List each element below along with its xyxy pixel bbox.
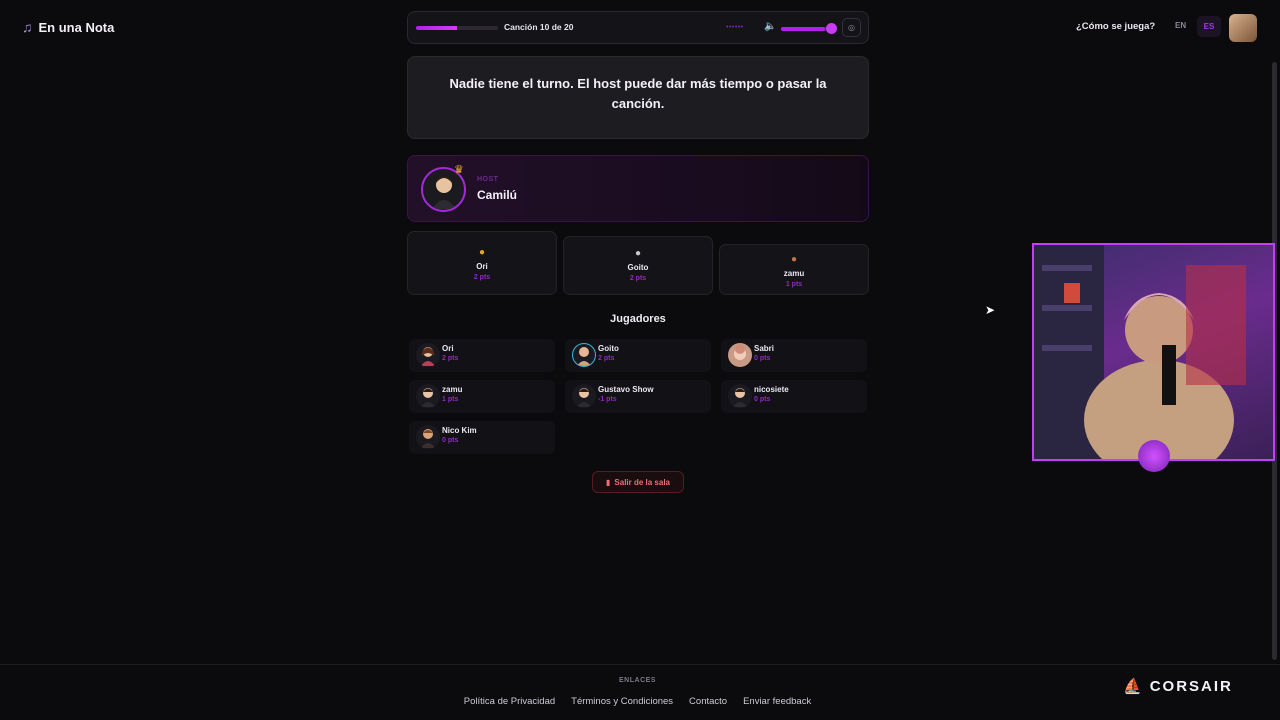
- player-points: -1 pts: [598, 396, 617, 403]
- trash-icon: ▮: [606, 477, 611, 487]
- player-avatar: [416, 343, 440, 367]
- footer-title: ENLACES: [619, 677, 656, 684]
- volume-slider-knob[interactable]: [826, 23, 837, 34]
- brand-name: En una Nota: [38, 19, 115, 35]
- sponsor-name: CORSAIR: [1149, 677, 1233, 695]
- player-bar: Canción 10 de 20 •••••• 🔈 ◎: [407, 11, 869, 44]
- player-points: 0 pts: [754, 355, 771, 362]
- leave-room-button[interactable]: ▮ Salir de la sala: [592, 471, 684, 493]
- host-card: ♛ HOST Camilú: [407, 155, 869, 222]
- song-counter: Canción 10 de 20: [504, 22, 574, 32]
- player-avatar: [728, 384, 752, 408]
- player-settings-button[interactable]: ◎: [842, 18, 861, 37]
- feedback-link[interactable]: Enviar feedback: [743, 696, 811, 707]
- player-points: 2 pts: [598, 355, 615, 362]
- podium-first: ● Ori 2 pts: [407, 231, 557, 295]
- player-avatar: [416, 425, 440, 449]
- gold-medal-icon: ●: [478, 247, 486, 258]
- player-points: 2 pts: [442, 355, 459, 362]
- lang-en-button[interactable]: EN: [1175, 21, 1186, 30]
- brand-logo[interactable]: ♫ En una Nota: [22, 19, 114, 35]
- player-avatar: [572, 343, 596, 367]
- footer-divider: [0, 664, 1280, 665]
- music-note-icon: ♫: [22, 19, 33, 35]
- player-name: Gustavo Show: [598, 385, 654, 394]
- silver-medal-icon: ●: [634, 248, 642, 259]
- streamer-badge-icon: [1138, 440, 1170, 472]
- player-name: Ori: [442, 344, 454, 353]
- player-name: Sabri: [754, 344, 775, 353]
- volume-icon[interactable]: 🔈: [764, 21, 776, 32]
- song-progress-bar: [416, 26, 498, 30]
- host-name: Camilú: [477, 188, 518, 202]
- how-to-play-link[interactable]: ¿Cómo se juega?: [1076, 21, 1155, 32]
- player-name: Goito: [598, 344, 619, 353]
- player-avatar: [728, 343, 752, 367]
- timer-dots: ••••••: [726, 24, 744, 31]
- player-card: zamu 1 pts: [409, 380, 555, 413]
- player-points: 0 pts: [754, 396, 771, 403]
- settings-icon: ◎: [848, 23, 855, 32]
- player-points: 1 pts: [442, 396, 459, 403]
- podium-points: 1 pts: [785, 281, 803, 288]
- terms-link[interactable]: Términos y Condiciones: [571, 696, 673, 707]
- player-avatar: [572, 384, 596, 408]
- privacy-link[interactable]: Política de Privacidad: [464, 696, 555, 707]
- podium-third: ● zamu 1 pts: [719, 244, 869, 295]
- volume-fill: [781, 27, 826, 31]
- host-tag: HOST: [477, 176, 499, 183]
- player-card: Goito 2 pts: [565, 339, 711, 372]
- footer-links: Política de Privacidad Términos y Condic…: [0, 696, 1275, 707]
- podium-second: ● Goito 2 pts: [563, 236, 713, 295]
- player-avatar: [416, 384, 440, 408]
- mouse-cursor-icon: ➤: [985, 303, 996, 317]
- player-card: Gustavo Show -1 pts: [565, 380, 711, 413]
- player-card: Ori 2 pts: [409, 339, 555, 372]
- player-card: nicosiete 0 pts: [721, 380, 867, 413]
- webcam-overlay: [1032, 243, 1275, 461]
- bronze-medal-icon: ●: [790, 254, 798, 265]
- user-avatar[interactable]: [1229, 14, 1257, 42]
- contact-link[interactable]: Contacto: [689, 696, 727, 707]
- corsair-sail-icon: ⛵: [1123, 678, 1144, 695]
- lang-es-button[interactable]: ES: [1197, 16, 1221, 37]
- turn-message: Nadie tiene el turno. El host puede dar …: [449, 76, 827, 111]
- song-progress-fill: [416, 26, 457, 30]
- player-name: zamu: [442, 385, 463, 394]
- player-card: Sabri 0 pts: [721, 339, 867, 372]
- players-title: Jugadores: [610, 313, 666, 325]
- player-points: 0 pts: [442, 437, 459, 444]
- podium-points: 2 pts: [629, 275, 647, 282]
- player-name: nicosiete: [754, 385, 789, 394]
- podium-name: Goito: [627, 263, 649, 272]
- podium-points: 2 pts: [473, 274, 491, 281]
- podium-name: zamu: [783, 269, 805, 278]
- corsair-logo: ⛵ CORSAIR: [1123, 677, 1233, 696]
- turn-message-card: Nadie tiene el turno. El host puede dar …: [407, 56, 869, 139]
- top-bar: ♫ En una Nota Canción 10 de 20 •••••• 🔈 …: [0, 0, 1280, 54]
- crown-icon: ♛: [454, 164, 464, 176]
- player-name: Nico Kim: [442, 426, 477, 435]
- leave-room-label: Salir de la sala: [614, 477, 670, 487]
- player-card: Nico Kim 0 pts: [409, 421, 555, 454]
- podium-name: Ori: [476, 262, 488, 271]
